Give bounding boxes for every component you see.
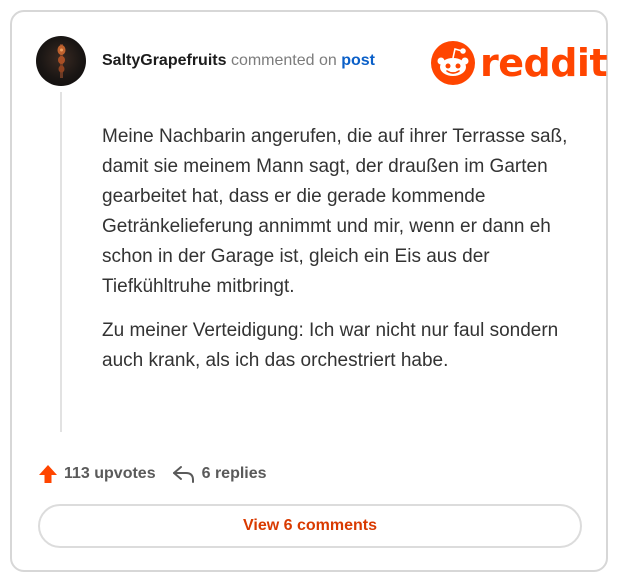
- reply-count: 6 replies: [201, 465, 267, 482]
- comment-paragraph-2: Zu meiner Verteidigung: Ich war nicht nu…: [102, 320, 559, 371]
- avatar-figure: [57, 44, 66, 78]
- upvote-button[interactable]: 113 upvotes: [38, 464, 156, 484]
- upvote-count: 113 upvotes: [64, 465, 156, 482]
- upvote-arrow-icon: [39, 465, 57, 483]
- username-link[interactable]: SaltyGrapefruits: [102, 52, 226, 69]
- reddit-logo: reddit: [430, 40, 608, 86]
- post-link[interactable]: post: [341, 52, 375, 69]
- action-text: commented on: [230, 52, 337, 69]
- comment-paragraph-1: Meine Nachbarin angerufen, die auf ihrer…: [102, 126, 568, 297]
- thread-line: [60, 92, 62, 432]
- reply-arrow-icon: [172, 466, 194, 483]
- comment-actions: 113 upvotes 6 replies: [38, 464, 283, 484]
- view-comments-button[interactable]: View 6 comments: [38, 504, 582, 548]
- user-avatar-icon[interactable]: [36, 36, 86, 86]
- comment-card: SaltyGrapefruits commented on post reddi…: [10, 10, 608, 572]
- reddit-wordmark: reddit: [480, 41, 608, 85]
- reddit-snoo-icon: [431, 41, 475, 85]
- comment-meta: SaltyGrapefruits commented on post: [102, 50, 375, 72]
- comment-body: Meine Nachbarin angerufen, die auf ihrer…: [102, 122, 572, 390]
- replies-button[interactable]: 6 replies: [172, 464, 267, 484]
